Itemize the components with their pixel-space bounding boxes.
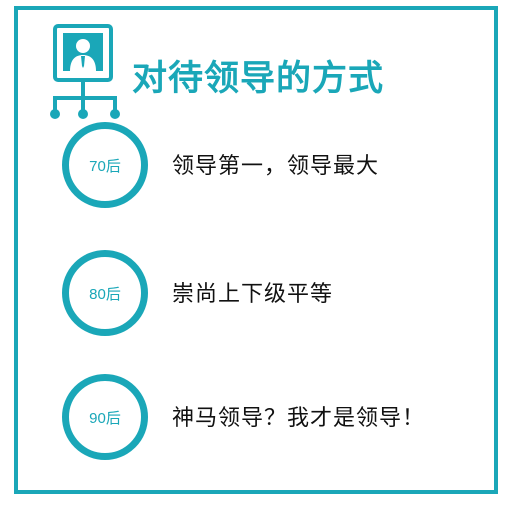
generation-label: 80后	[89, 285, 121, 303]
item-text: 神马领导？我才是领导！	[172, 406, 426, 431]
page-title: 对待领导的方式	[132, 59, 385, 99]
generation-label: 90后	[89, 409, 121, 427]
card-frame: 对待领导的方式 70后 领导第一，领导最大 80后 崇尚上下级平等 90后 神马…	[14, 6, 498, 494]
item-text: 领导第一，领导最大	[172, 154, 380, 179]
list-item: 80后 崇尚上下级平等	[58, 250, 478, 340]
list-item: 90后 神马领导？我才是领导！	[58, 374, 478, 464]
list-item: 70后 领导第一，领导最大	[58, 122, 478, 212]
generation-badge: 80后	[62, 250, 148, 336]
person-org-chart-icon	[50, 24, 120, 119]
generation-badge: 70后	[62, 122, 148, 208]
generation-label: 70后	[89, 157, 121, 175]
generation-badge: 90后	[62, 374, 148, 460]
item-text: 崇尚上下级平等	[172, 282, 334, 307]
